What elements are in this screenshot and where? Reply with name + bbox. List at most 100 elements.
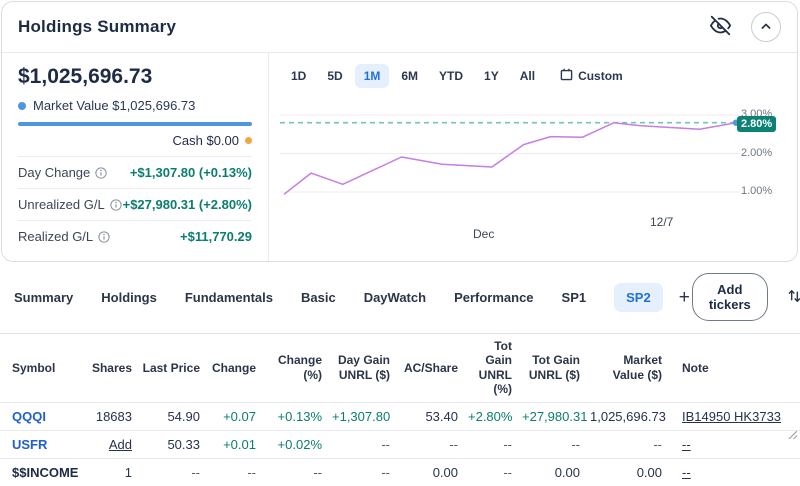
change-cell: -- (210, 458, 266, 486)
col-ac-share: AC/Share (400, 334, 468, 403)
add-shares-link[interactable]: Add (109, 437, 132, 452)
ac-share-cell: -- (400, 430, 468, 458)
change-pct-cell: +0.02% (266, 430, 332, 458)
table-row: QQQI 18683 54.90 +0.07 +0.13% +1,307.80 … (0, 402, 800, 430)
tab-daywatch[interactable]: DayWatch (364, 283, 426, 312)
x-axis-tick: Dec (473, 227, 494, 241)
col-note: Note (672, 334, 800, 403)
current-return-badge: 2.80% (737, 116, 776, 132)
col-last-price: Last Price (142, 334, 210, 403)
header-actions (710, 12, 781, 42)
market-value-label: Market Value $1,025,696.73 (33, 98, 195, 113)
range-button-ytd[interactable]: YTD (430, 64, 472, 88)
info-icon[interactable] (110, 199, 122, 211)
x-axis-tick: 12/7 (650, 215, 673, 229)
realized-gl-value: +$11,770.29 (180, 229, 252, 244)
col-shares: Shares (90, 334, 142, 403)
cash-dot-icon (245, 137, 252, 144)
add-tab-button[interactable]: + (677, 288, 692, 307)
unrealized-gl-value: +$27,980.31 (+2.80%) (123, 197, 252, 212)
tab-holdings[interactable]: Holdings (101, 283, 157, 312)
tot-gain-cell: -- (522, 430, 590, 458)
time-range-selector: 1D 5D 1M 6M YTD 1Y All (282, 63, 632, 89)
market-value-dot-icon (18, 102, 26, 110)
day-change-value: +$1,307.80 (+0.13%) (130, 165, 252, 180)
change-cell: +0.07 (210, 402, 266, 430)
range-button-1y[interactable]: 1Y (475, 64, 508, 88)
tab-basic[interactable]: Basic (301, 283, 336, 312)
symbol-link[interactable]: USFR (12, 437, 47, 452)
resize-handle[interactable] (787, 426, 797, 444)
change-cell: +0.01 (210, 430, 266, 458)
tot-gain-cell: 0.00 (522, 458, 590, 486)
range-button-1m[interactable]: 1M (355, 64, 390, 88)
day-change-row: Day Change +$1,307.80 (+0.13%) (18, 156, 252, 188)
info-icon[interactable] (98, 231, 110, 243)
holdings-chart-svg (280, 108, 740, 213)
collapse-panel-button[interactable] (751, 12, 781, 42)
holdings-table: Symbol Shares Last Price Change Change (… (0, 333, 800, 486)
chart-panel: 1D 5D 1M 6M YTD 1Y All (269, 53, 797, 261)
unrealized-gl-label-wrap: Unrealized G/L (18, 197, 122, 212)
holdings-summary-card: Holdings Summary (1, 1, 798, 262)
range-button-all[interactable]: All (511, 64, 544, 88)
tab-fundamentals[interactable]: Fundamentals (185, 283, 273, 312)
realized-gl-label-wrap: Realized G/L (18, 229, 110, 244)
realized-gl-label: Realized G/L (18, 229, 93, 244)
cash-label: Cash $0.00 (173, 133, 240, 148)
day-gain-cell: -- (332, 430, 400, 458)
symbol-link[interactable]: QQQI (12, 409, 46, 424)
col-tot-gain-pct: Tot Gain UNRL (%) (468, 334, 522, 403)
allocation-bar (18, 122, 252, 126)
last-price-cell: -- (142, 458, 210, 486)
ac-share-cell: 53.40 (400, 402, 468, 430)
range-button-custom[interactable]: Custom (551, 63, 632, 89)
tab-summary[interactable]: Summary (14, 283, 73, 312)
info-icon[interactable] (95, 167, 107, 179)
total-account-value: $1,025,696.73 (18, 65, 252, 89)
last-price-cell: 50.33 (142, 430, 210, 458)
range-button-6m[interactable]: 6M (392, 64, 427, 88)
card-header: Holdings Summary (2, 2, 797, 53)
last-price-cell: 54.90 (142, 402, 210, 430)
tot-gain-pct-cell: +2.80% (468, 402, 522, 430)
table-header-row: Symbol Shares Last Price Change Change (… (0, 334, 800, 403)
tab-sp1[interactable]: SP1 (562, 283, 587, 312)
day-gain-cell: +1,307.80 (332, 402, 400, 430)
unrealized-gl-row: Unrealized G/L +$27,980.31 (+2.80%) (18, 188, 252, 220)
tab-sp2[interactable]: SP2 (614, 283, 663, 312)
symbol-label: $$INCOME (12, 465, 78, 480)
y-axis-tick: 1.00% (741, 185, 772, 197)
col-change: Change (210, 334, 266, 403)
market-value-cell: 0.00 (590, 458, 672, 486)
cash-row: Cash $0.00 (18, 133, 252, 148)
shares-cell: 1 (90, 458, 142, 486)
unrealized-gl-label: Unrealized G/L (18, 197, 105, 212)
range-button-5d[interactable]: 5D (318, 64, 351, 88)
range-button-1d[interactable]: 1D (282, 64, 315, 88)
page-title: Holdings Summary (18, 17, 176, 37)
note-link[interactable]: IB14950 HK3733 (682, 409, 781, 424)
hide-values-button[interactable] (710, 15, 731, 39)
card-body: $1,025,696.73 Market Value $1,025,696.73… (2, 53, 797, 261)
summary-panel: $1,025,696.73 Market Value $1,025,696.73… (2, 53, 269, 261)
realized-gl-row: Realized G/L +$11,770.29 (18, 220, 252, 252)
col-change-pct: Change (%) (266, 334, 332, 403)
calendar-icon (560, 68, 573, 84)
col-tot-gain: Tot Gain UNRL ($) (522, 334, 590, 403)
table-row: USFR Add 50.33 +0.01 +0.02% -- -- -- -- … (0, 430, 800, 458)
market-value-legend: Market Value $1,025,696.73 (18, 98, 252, 113)
day-gain-cell: -- (332, 458, 400, 486)
note-link[interactable]: -- (682, 465, 691, 480)
add-tickers-button[interactable]: Add tickers (692, 273, 768, 321)
y-axis-tick: 2.00% (741, 147, 772, 159)
sort-button[interactable] (786, 287, 800, 308)
change-pct-cell: -- (266, 458, 332, 486)
note-link[interactable]: -- (682, 437, 691, 452)
col-day-gain: Day Gain UNRL ($) (332, 334, 400, 403)
col-market-value: Market Value ($) (590, 334, 672, 403)
shares-cell: 18683 (90, 402, 142, 430)
tab-performance[interactable]: Performance (454, 283, 533, 312)
summary-stats: Day Change +$1,307.80 (+0.13%) Unrealize… (18, 156, 252, 252)
view-tabs: Summary Holdings Fundamentals Basic DayW… (0, 278, 800, 316)
